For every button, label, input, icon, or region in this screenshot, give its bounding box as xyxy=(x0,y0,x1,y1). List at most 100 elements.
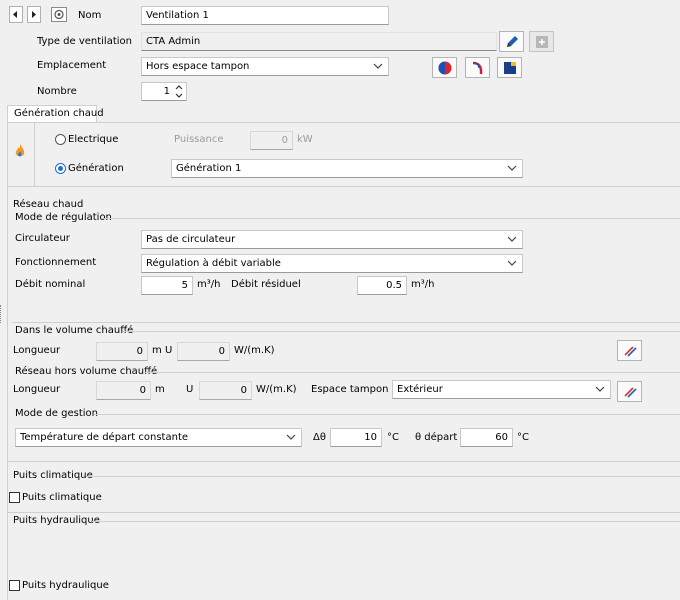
book-icon xyxy=(504,62,516,74)
espace-tampon-label: Espace tampon xyxy=(311,384,389,395)
emplacement-button-2[interactable] xyxy=(465,57,490,78)
puits-hydraulique-checkbox[interactable] xyxy=(9,580,20,591)
generation-radio[interactable] xyxy=(55,163,66,174)
delta-theta-unit: °C xyxy=(387,432,399,443)
delta-theta-label: Δθ xyxy=(313,432,326,443)
reseau-chaud-title: Réseau chaud xyxy=(13,199,84,210)
arc-icon xyxy=(472,61,483,75)
flame-icon xyxy=(15,144,25,157)
pipe-icon xyxy=(624,387,637,398)
chevron-down-icon xyxy=(286,434,296,440)
type-ventilation-label: Type de ventilation xyxy=(37,36,132,47)
hors-u-input[interactable]: 0 xyxy=(199,381,252,400)
volume-chauffe-title: Dans le volume chauffé xyxy=(15,325,134,336)
nombre-value: 1 xyxy=(163,86,170,97)
puissance-value: 0 xyxy=(281,135,288,146)
puits-hydraulique-checkbox-label: Puits hydraulique xyxy=(22,580,109,591)
generation-value: Génération 1 xyxy=(176,163,242,174)
mode-regulation-title: Mode de régulation xyxy=(15,212,112,223)
separator xyxy=(8,512,680,513)
puits-hydraulique-title: Puits hydraulique xyxy=(13,515,100,526)
separator xyxy=(8,186,680,187)
type-ventilation-field[interactable]: CTA Admin xyxy=(141,32,497,51)
puissance-input[interactable]: 0 xyxy=(250,131,293,150)
spin-arrows-icon xyxy=(175,85,183,98)
hors-u-unit: W/(m.K) xyxy=(256,384,297,395)
nombre-stepper[interactable]: 1 xyxy=(141,82,187,101)
caret-left-icon xyxy=(13,11,17,18)
theta-depart-input[interactable]: 60 xyxy=(460,428,513,447)
separator xyxy=(92,521,680,522)
circulateur-dropdown[interactable]: Pas de circulateur xyxy=(141,230,523,249)
mode-gestion-dropdown[interactable]: Température de départ constante xyxy=(15,428,302,447)
fonctionnement-dropdown[interactable]: Régulation à débit variable xyxy=(141,254,523,273)
prev-button[interactable] xyxy=(9,6,23,23)
library-button[interactable] xyxy=(529,31,554,52)
separator xyxy=(8,461,680,462)
debit-residuel-input[interactable]: 0.5 xyxy=(357,276,407,295)
mode-gestion-value: Température de départ constante xyxy=(20,432,189,443)
hors-longueur-input[interactable]: 0 xyxy=(96,381,151,400)
separator xyxy=(12,322,680,323)
generation-dropdown[interactable]: Génération 1 xyxy=(171,159,523,178)
nom-input[interactable]: Ventilation 1 xyxy=(141,6,389,25)
select-all-icon[interactable] xyxy=(51,7,67,22)
volume-longueur-unit: m xyxy=(152,345,162,356)
emplacement-value: Hors espace tampon xyxy=(146,61,250,72)
separator xyxy=(94,414,680,415)
hors-u-label: U xyxy=(186,384,194,395)
debit-nominal-unit: m³/h xyxy=(197,279,221,290)
emplacement-label: Emplacement xyxy=(37,60,107,71)
espace-tampon-value: Extérieur xyxy=(397,384,443,395)
puits-climatique-checkbox-label: Puits climatique xyxy=(22,492,102,503)
edit-button[interactable] xyxy=(499,31,524,52)
tab-panel xyxy=(7,122,680,600)
tab-generation-chaud[interactable]: Génération chaud xyxy=(7,105,104,123)
delta-theta-input[interactable]: 10 xyxy=(330,428,382,447)
chevron-down-icon xyxy=(373,63,383,69)
emplacement-button-1[interactable] xyxy=(432,57,457,78)
debit-nominal-label: Débit nominal xyxy=(15,279,86,290)
espace-tampon-dropdown[interactable]: Extérieur xyxy=(392,380,611,399)
hors-longueur-label: Longueur xyxy=(13,384,61,395)
emplacement-dropdown[interactable]: Hors espace tampon xyxy=(141,57,389,76)
hors-volume-title: Réseau hors volume chauffé xyxy=(15,366,158,377)
puits-climatique-title: Puits climatique xyxy=(13,470,93,481)
electrique-radio[interactable] xyxy=(55,134,66,145)
puissance-label: Puissance xyxy=(174,134,224,145)
next-button[interactable] xyxy=(27,6,41,23)
volume-u-unit: W/(m.K) xyxy=(234,345,275,356)
generation-label: Génération xyxy=(68,163,124,174)
chevron-down-icon xyxy=(507,260,517,266)
separator xyxy=(86,476,680,477)
debit-nominal-input[interactable]: 5 xyxy=(141,276,193,295)
nombre-label: Nombre xyxy=(37,86,77,97)
pencil-icon xyxy=(507,36,518,47)
debit-residuel-unit: m³/h xyxy=(411,279,435,290)
separator xyxy=(123,331,680,332)
debit-residuel-label: Débit résiduel xyxy=(231,279,301,290)
fonctionnement-label: Fonctionnement xyxy=(15,257,97,268)
circulateur-label: Circulateur xyxy=(15,233,70,244)
volume-pipe-button[interactable] xyxy=(617,340,642,361)
separator xyxy=(102,218,680,219)
volume-u-input[interactable]: 0 xyxy=(177,342,230,361)
volume-u-label: U xyxy=(165,345,173,356)
hors-pipe-button[interactable] xyxy=(617,381,642,402)
fonctionnement-value: Régulation à débit variable xyxy=(146,258,281,269)
circulateur-value: Pas de circulateur xyxy=(146,234,236,245)
hors-longueur-unit: m xyxy=(155,384,165,395)
volume-longueur-label: Longueur xyxy=(13,345,61,356)
emplacement-button-3[interactable] xyxy=(497,57,522,78)
theta-depart-label: θ départ xyxy=(415,432,458,443)
chevron-down-icon xyxy=(595,386,605,392)
theta-depart-unit: °C xyxy=(517,432,529,443)
puissance-unit: kW xyxy=(297,134,313,145)
color-ball-icon xyxy=(438,61,452,75)
volume-longueur-input[interactable]: 0 xyxy=(96,342,148,361)
nom-label: Nom xyxy=(78,10,102,21)
splitter-handle[interactable] xyxy=(0,305,3,323)
puits-climatique-checkbox[interactable] xyxy=(9,492,20,503)
separator xyxy=(143,372,680,373)
grid-add-icon xyxy=(536,36,548,48)
